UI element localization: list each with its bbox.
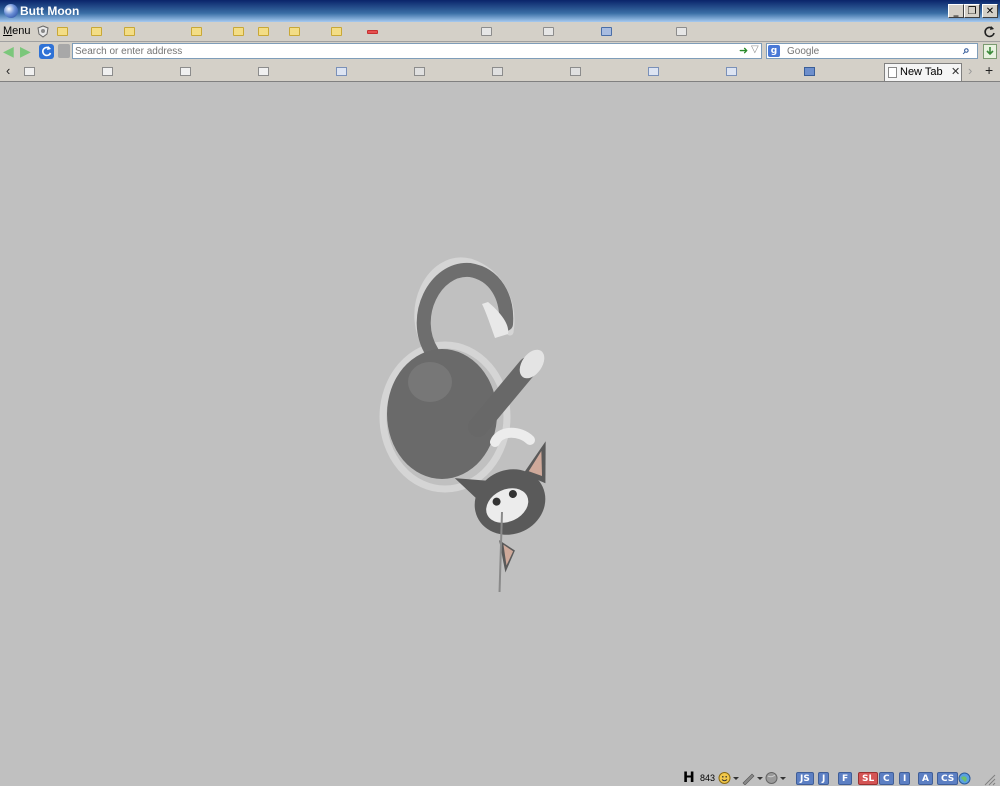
tab[interactable] — [722, 64, 798, 80]
new-tab-button[interactable]: + — [985, 62, 993, 78]
bookmark-folder-icon[interactable] — [124, 27, 135, 36]
bookmark-red-icon[interactable] — [367, 30, 378, 34]
address-bar[interactable]: ➜ ▽ — [72, 43, 762, 59]
tab-new-tab[interactable]: New Tab ✕ — [884, 63, 962, 81]
tab-label: New Tab — [900, 66, 943, 78]
silverlight-toggle-button[interactable]: SL — [858, 772, 879, 785]
earth-icon[interactable] — [765, 771, 787, 785]
tab[interactable] — [644, 64, 720, 80]
page-icon — [492, 67, 503, 76]
tab[interactable] — [800, 64, 876, 80]
tab[interactable] — [176, 64, 252, 80]
flash-toggle-button[interactable]: F — [838, 772, 853, 785]
download-icon[interactable] — [983, 44, 997, 59]
javascript-toggle-button[interactable]: JS — [796, 772, 814, 785]
menu-button[interactable]: Menu — [3, 25, 31, 37]
globe-status-icon[interactable] — [958, 772, 971, 785]
menu-bar: Menu — [0, 22, 1000, 42]
page-icon — [804, 67, 815, 76]
menu-label-rest: enu — [12, 25, 31, 37]
search-input[interactable] — [787, 45, 947, 57]
status-bar: H 843 JS J F SL C I A CS — [0, 768, 1000, 786]
shield-icon[interactable] — [37, 25, 49, 38]
bookmark-folder-icon[interactable] — [91, 27, 102, 36]
animation-toggle-button[interactable]: A — [918, 772, 933, 785]
navigation-bar: ◀ ▶ ➜ ▽ g ⌕ — [0, 42, 1000, 62]
tab[interactable] — [488, 64, 564, 80]
bookmark-page-icon[interactable] — [601, 27, 612, 36]
back-arrow-icon[interactable]: ◀ — [3, 43, 14, 60]
tab[interactable] — [20, 64, 96, 80]
bookmark-folder-icon[interactable] — [57, 27, 68, 36]
bookmark-page-icon[interactable] — [543, 27, 554, 36]
page-icon — [570, 67, 581, 76]
search-icon[interactable]: ⌕ — [963, 43, 970, 58]
google-icon[interactable]: g — [768, 45, 780, 57]
globe-icon — [4, 4, 18, 18]
resize-grip-icon[interactable] — [984, 774, 996, 786]
url-dropdown-icon[interactable]: ▽ — [751, 44, 759, 55]
tab[interactable] — [410, 64, 486, 80]
site-identity-icon[interactable] — [58, 44, 70, 58]
menu-accelerator: M — [3, 25, 13, 37]
page-icon — [258, 67, 269, 76]
forward-arrow-icon[interactable]: ▶ — [20, 43, 31, 60]
h-count: 843 — [700, 773, 716, 783]
page-icon — [180, 67, 191, 76]
smiley-icon[interactable] — [718, 771, 740, 785]
minimize-button[interactable]: _ — [948, 4, 964, 18]
tab-bar: ‹ New Tab ✕ › + — [0, 62, 1000, 82]
bookmark-folder-icon[interactable] — [258, 27, 269, 36]
go-arrow-icon[interactable]: ➜ — [739, 44, 748, 57]
window-title: Butt Moon — [20, 4, 80, 18]
tab[interactable] — [98, 64, 174, 80]
page-icon — [414, 67, 425, 76]
cookies-toggle-button[interactable]: C — [879, 772, 894, 785]
css-toggle-button[interactable]: CS — [937, 772, 959, 785]
tab-scroll-right-button[interactable]: › — [968, 63, 972, 78]
search-bar[interactable]: g ⌕ — [766, 43, 978, 59]
tab-scroll-left-button[interactable]: ‹ — [6, 63, 10, 78]
java-toggle-button[interactable]: J — [818, 772, 830, 785]
title-bar: Butt Moon _ ❐ ✕ — [0, 0, 1000, 22]
pencil-icon[interactable] — [742, 771, 764, 785]
page-icon — [24, 67, 35, 76]
images-toggle-button[interactable]: I — [899, 772, 911, 785]
address-input[interactable] — [73, 44, 715, 58]
bookmark-page-icon[interactable] — [481, 27, 492, 36]
page-icon — [888, 67, 897, 78]
tab[interactable] — [332, 64, 408, 80]
page-icon — [102, 67, 113, 76]
bookmark-page-icon[interactable] — [676, 27, 687, 36]
close-tab-icon[interactable]: ✕ — [951, 65, 960, 78]
cat-mascot-image — [379, 257, 546, 592]
page-icon — [648, 67, 659, 76]
tab[interactable] — [566, 64, 642, 80]
close-button[interactable]: ✕ — [982, 4, 998, 18]
bookmark-folder-icon[interactable] — [191, 27, 202, 36]
page-icon — [726, 67, 737, 76]
restore-button[interactable]: ❐ — [964, 4, 980, 18]
bookmark-folder-icon[interactable] — [331, 27, 342, 36]
bookmark-folder-icon[interactable] — [289, 27, 300, 36]
bookmark-folder-icon[interactable] — [233, 27, 244, 36]
tab[interactable] — [254, 64, 330, 80]
page-content — [0, 82, 1000, 768]
page-icon — [336, 67, 347, 76]
reload-icon[interactable] — [983, 25, 996, 38]
h-icon[interactable]: H — [683, 770, 695, 786]
refresh-icon[interactable] — [39, 44, 54, 59]
